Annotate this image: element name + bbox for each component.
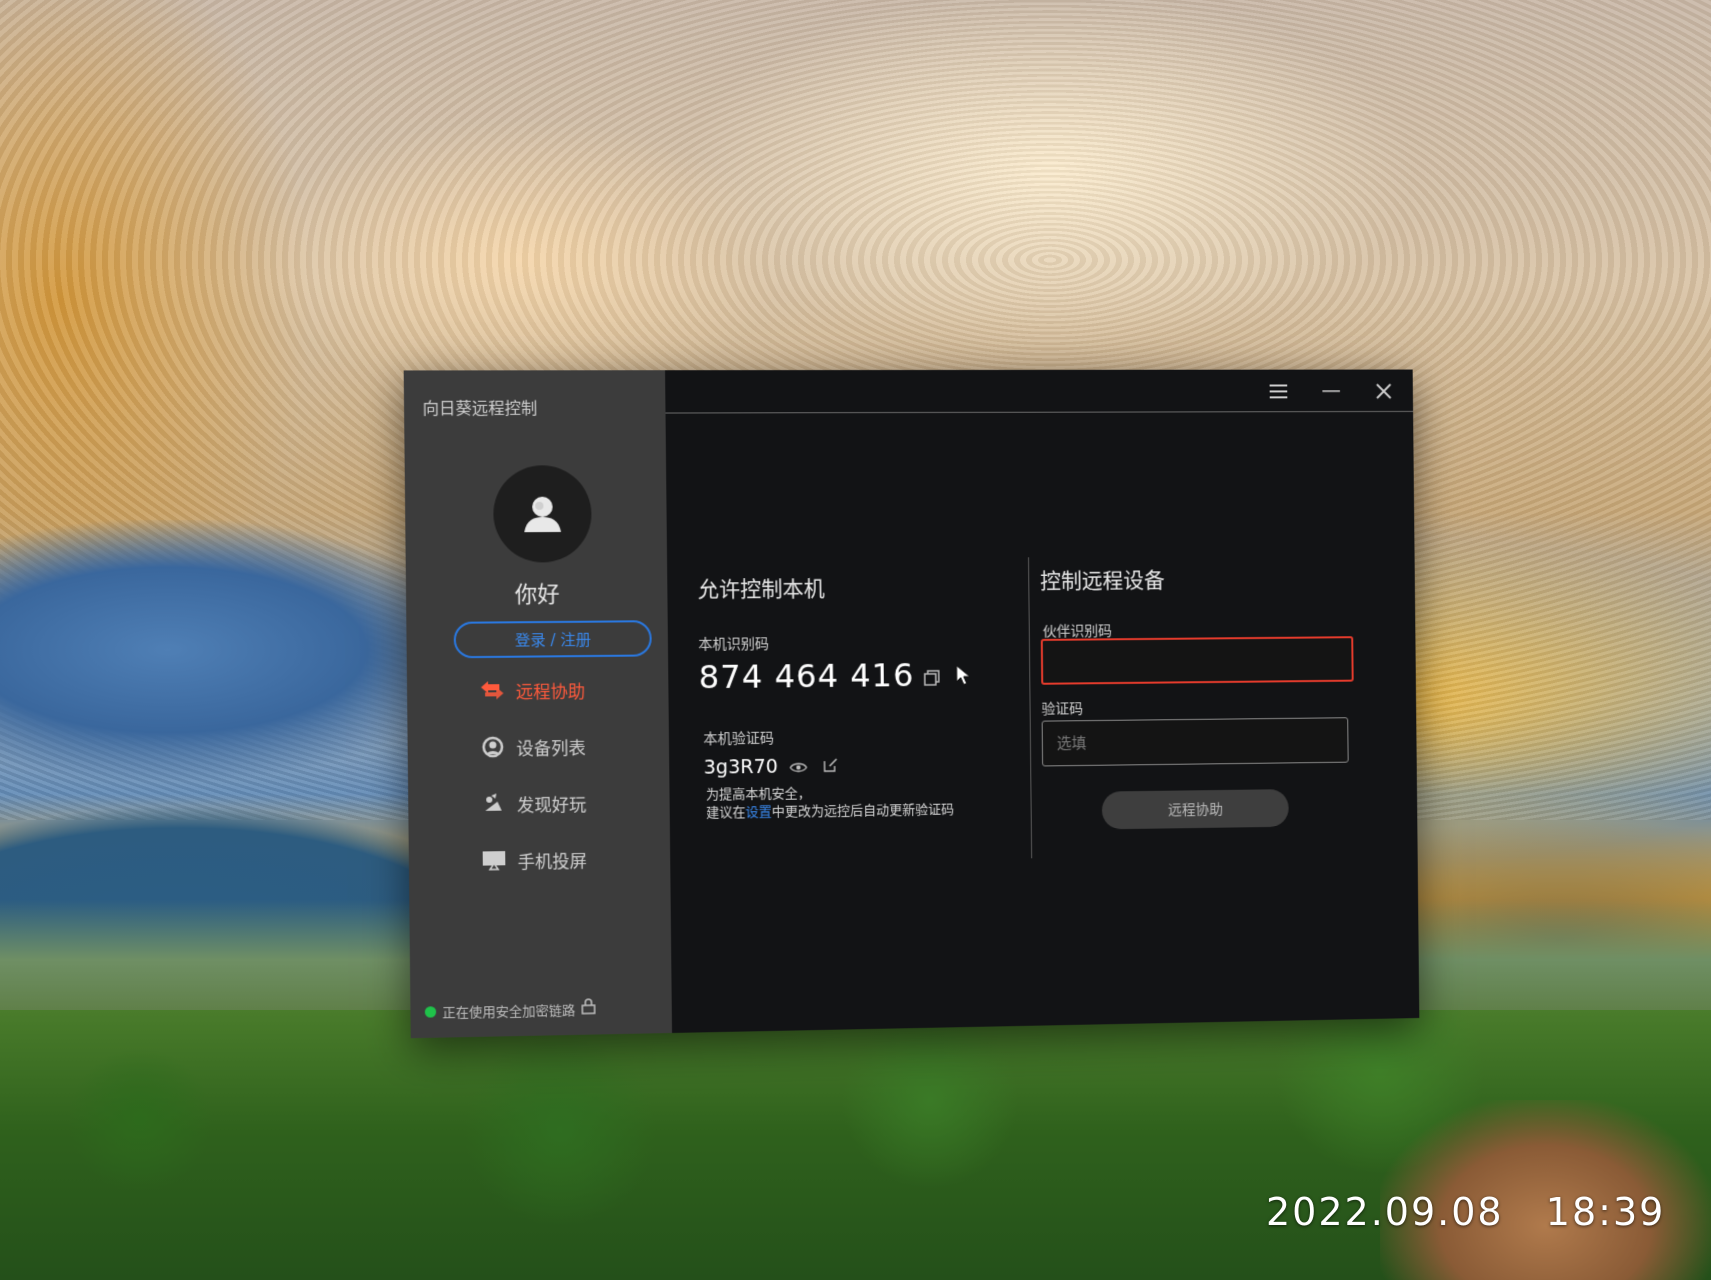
machine-id-value: 874 464 416 bbox=[698, 656, 915, 697]
discover-icon bbox=[480, 790, 507, 817]
main-panel: 允许控制本机 本机识别码 874 464 416 本机验证码 3g3R70 为提… bbox=[665, 370, 1419, 1033]
allow-control-title: 允许控制本机 bbox=[697, 576, 825, 602]
sidebar-item-discover[interactable]: 发现好玩 bbox=[480, 786, 587, 820]
security-hint: 为提高本机安全， 建议在设置中更改为远控后自动更新验证码 bbox=[706, 784, 954, 823]
photo-timestamp: 2022.09.08 18:39 bbox=[1266, 1190, 1666, 1234]
screen-cast-icon bbox=[481, 847, 508, 874]
window-controls bbox=[1267, 379, 1396, 403]
section-divider bbox=[1028, 557, 1033, 859]
close-icon[interactable] bbox=[1372, 379, 1396, 403]
window-title: 向日葵远程控制 bbox=[422, 398, 538, 419]
sidebar-item-remote-assist[interactable]: 远程协助 bbox=[479, 673, 586, 706]
verify-code-input[interactable] bbox=[1041, 717, 1349, 767]
status-dot bbox=[424, 1005, 437, 1018]
minimize-icon[interactable] bbox=[1319, 379, 1343, 403]
sidebar: 向日葵远程控制 你好 登录 / 注册 远程协助 设备列表 发现好玩 手机投屏 正… bbox=[403, 370, 673, 1039]
mouse-cursor-icon bbox=[954, 665, 974, 685]
menu-icon[interactable] bbox=[1267, 380, 1291, 404]
greeting-text: 你好 bbox=[514, 582, 560, 609]
lock-icon bbox=[581, 998, 595, 1018]
title-bar-divider bbox=[665, 410, 1414, 414]
user-icon bbox=[524, 496, 562, 533]
machine-id-label: 本机识别码 bbox=[698, 636, 770, 654]
secure-status-text: 正在使用安全加密链路 bbox=[442, 1003, 576, 1021]
sidebar-item-device-list[interactable]: 设备列表 bbox=[479, 730, 586, 764]
sidebar-item-label: 设备列表 bbox=[516, 738, 586, 760]
edit-icon[interactable] bbox=[820, 755, 840, 775]
verification-code-value: 3g3R70 bbox=[703, 755, 779, 779]
hint-line-2: 建议在设置中更改为远控后自动更新验证码 bbox=[706, 802, 954, 823]
partner-id-input[interactable] bbox=[1040, 636, 1354, 685]
control-remote-title: 控制远程设备 bbox=[1040, 568, 1165, 594]
remote-control-window: 向日葵远程控制 你好 登录 / 注册 远程协助 设备列表 发现好玩 手机投屏 正… bbox=[403, 369, 1420, 1039]
secure-link-status: 正在使用安全加密链路 bbox=[424, 998, 596, 1022]
hint-suffix: 中更改为远控后自动更新验证码 bbox=[771, 802, 955, 821]
sidebar-item-label: 手机投屏 bbox=[517, 851, 588, 873]
sidebar-item-label: 发现好玩 bbox=[516, 794, 587, 817]
copy-icon[interactable] bbox=[922, 668, 942, 688]
avatar[interactable] bbox=[492, 465, 592, 563]
verification-code-label: 本机验证码 bbox=[703, 730, 775, 748]
hint-prefix: 建议在 bbox=[706, 805, 746, 821]
login-register-button[interactable]: 登录 / 注册 bbox=[453, 620, 652, 659]
sidebar-item-screen-cast[interactable]: 手机投屏 bbox=[481, 843, 588, 877]
settings-link[interactable]: 设置 bbox=[745, 805, 771, 820]
remote-assist-button[interactable]: 远程协助 bbox=[1101, 789, 1289, 830]
remote-assist-icon bbox=[479, 677, 506, 704]
device-list-icon bbox=[479, 734, 506, 761]
sidebar-item-label: 远程协助 bbox=[515, 681, 586, 703]
eye-icon[interactable] bbox=[788, 757, 808, 777]
verify-code-label: 验证码 bbox=[1041, 701, 1084, 718]
